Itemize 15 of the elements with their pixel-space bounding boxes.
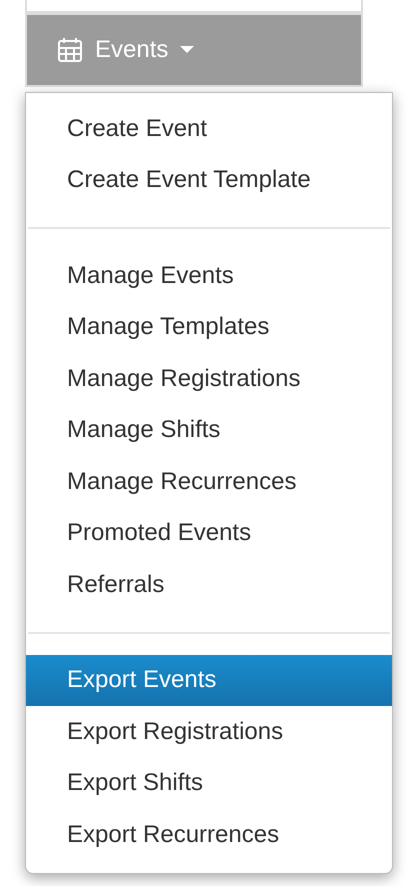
menu-item[interactable]: Create Event Template <box>26 154 392 206</box>
calendar-icon <box>57 37 83 63</box>
menu-item[interactable]: Promoted Events <box>26 508 392 559</box>
caret-icon <box>180 46 194 54</box>
menu-item[interactable]: Manage Registrations <box>26 353 392 404</box>
menu-item[interactable]: Export Events <box>26 654 392 706</box>
menu-item[interactable]: Export Shifts <box>26 758 392 809</box>
menu-item[interactable]: Manage Shifts <box>26 404 392 456</box>
menu-item[interactable]: Create Event <box>26 103 392 154</box>
menu-item[interactable]: Manage Events <box>26 250 392 302</box>
menu-item[interactable]: Manage Recurrences <box>26 456 392 508</box>
menu-item[interactable]: Export Recurrences <box>26 809 392 860</box>
menu-item[interactable]: Manage Templates <box>26 302 392 353</box>
menu-item[interactable]: Referrals <box>26 559 392 610</box>
menu-item[interactable]: Export Registrations <box>26 706 392 758</box>
